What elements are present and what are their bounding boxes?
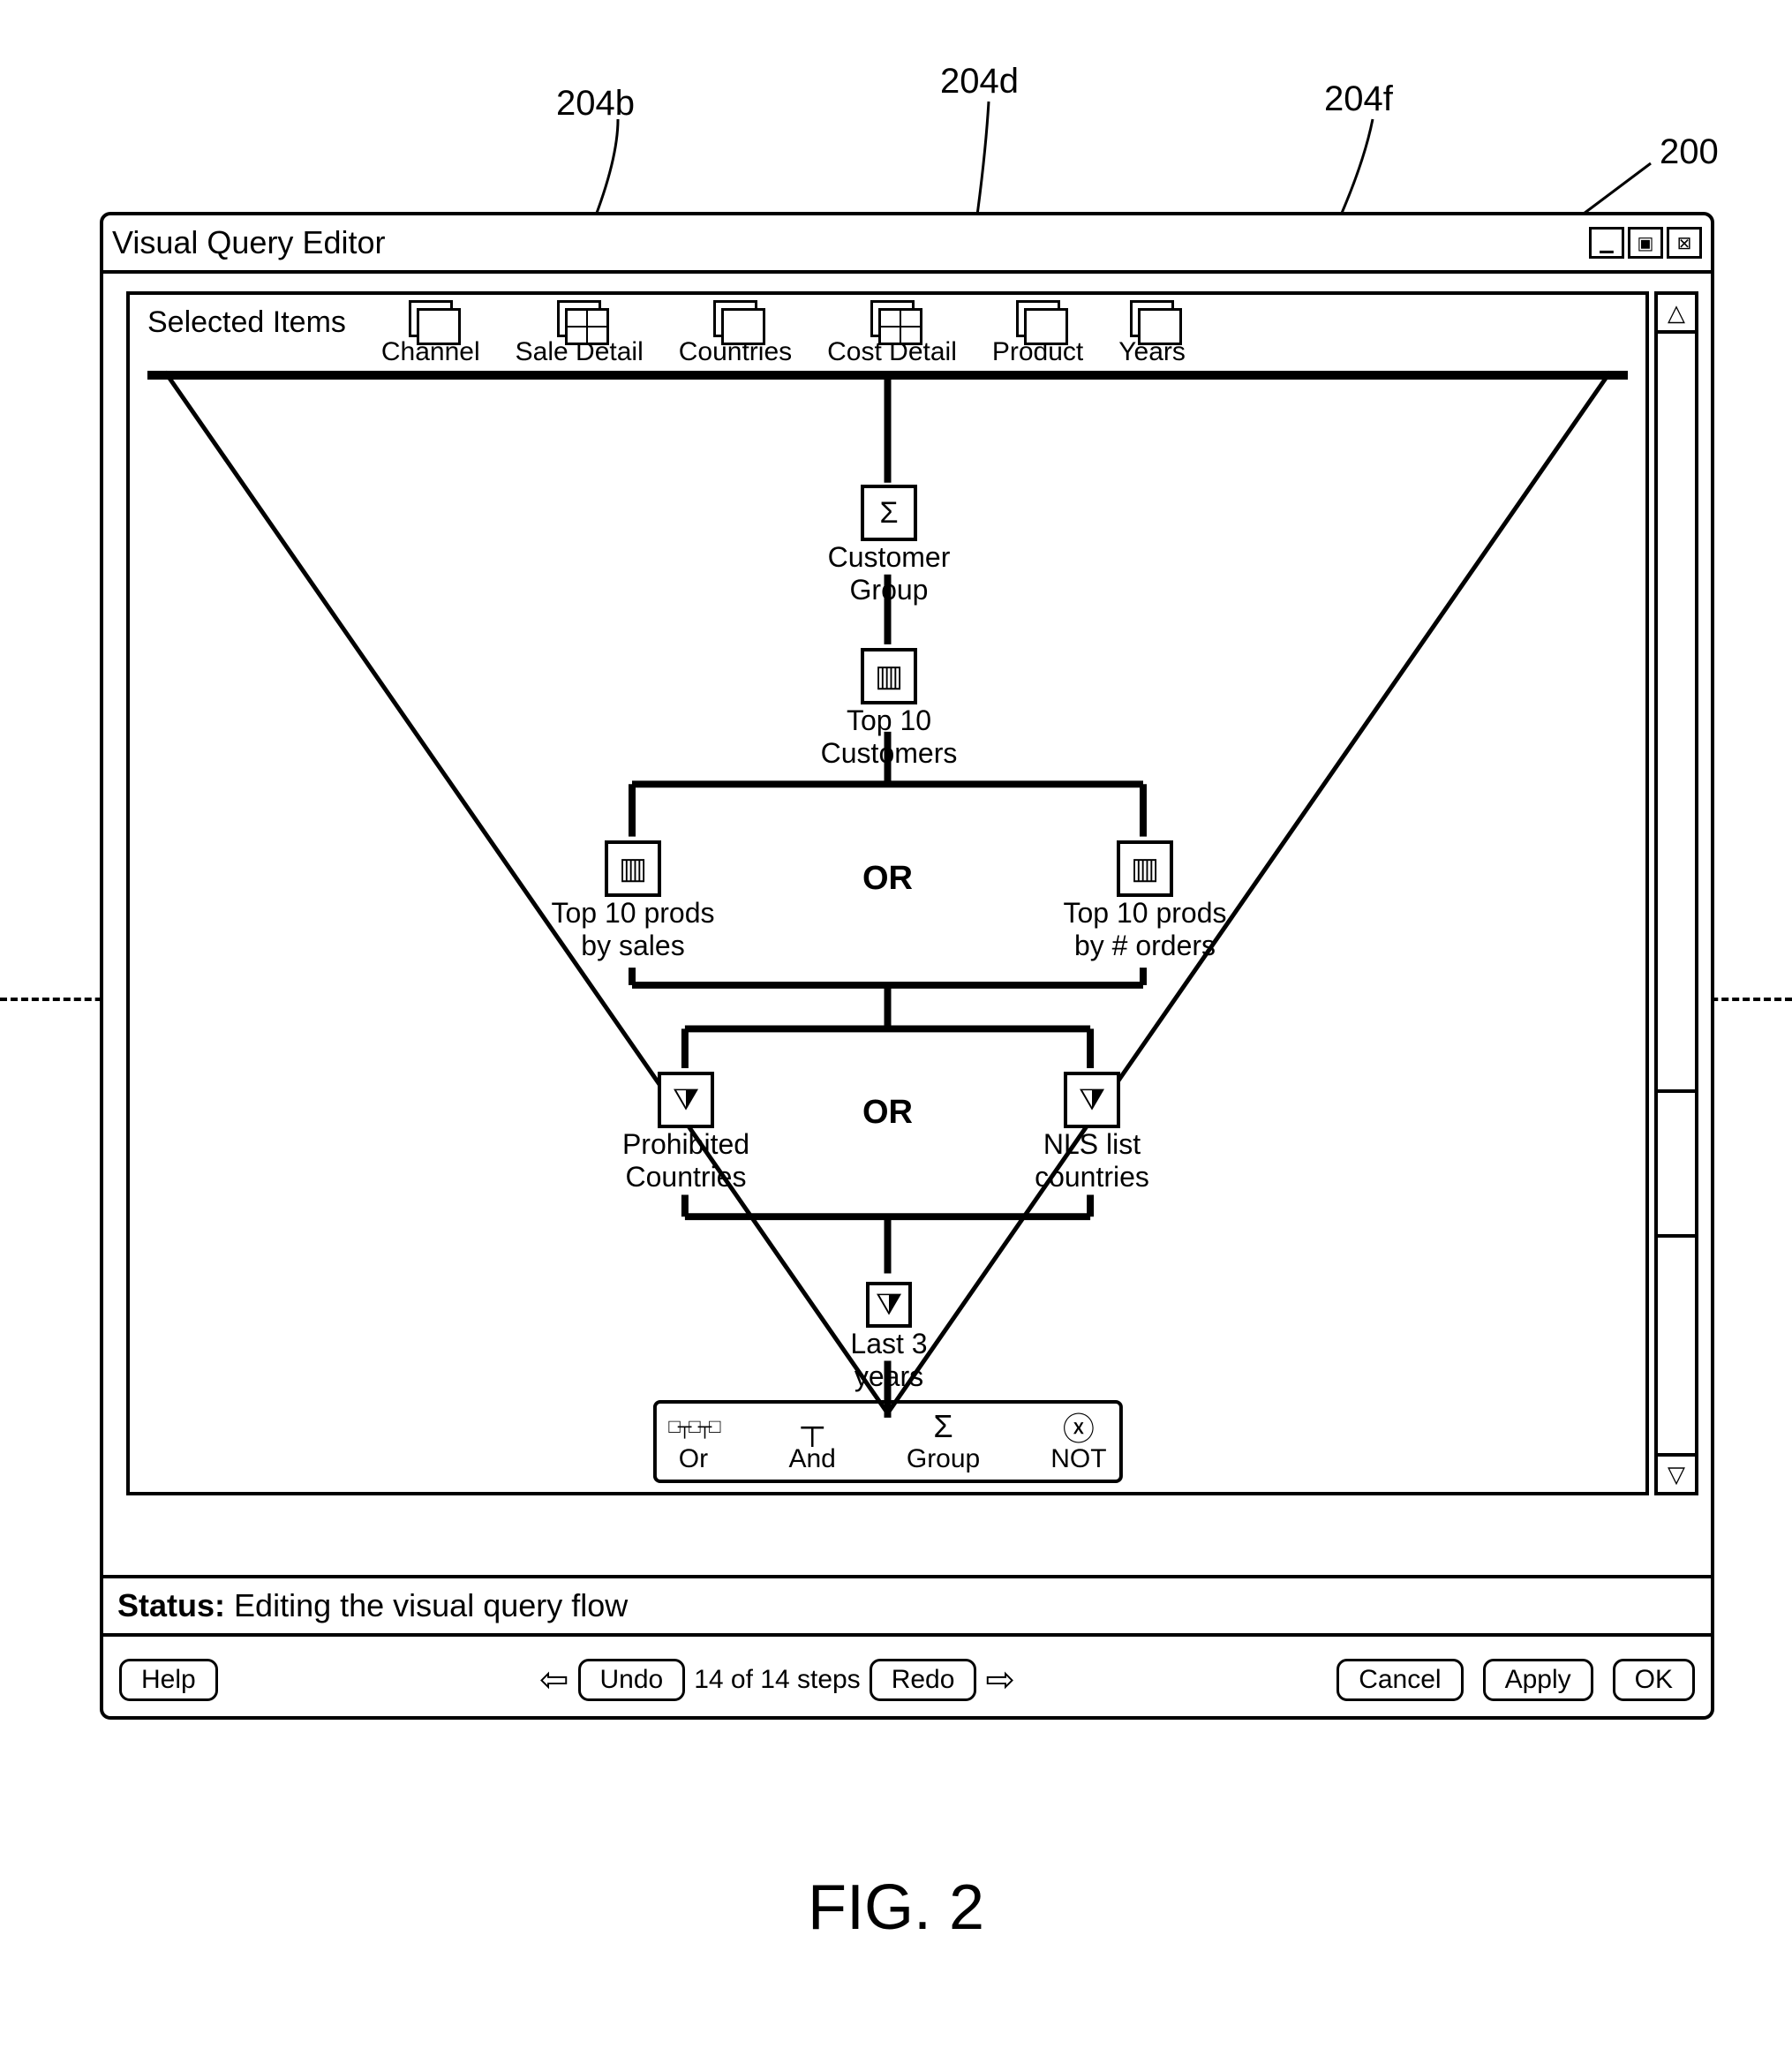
sigma-icon: Σ xyxy=(933,1409,952,1444)
node-prohibited-countries[interactable]: ⧩ Prohibited Countries xyxy=(602,1072,770,1194)
tool-not[interactable]: ⓧ NOT xyxy=(1050,1409,1106,1474)
apply-button[interactable]: Apply xyxy=(1483,1659,1593,1701)
node-label: Top 10 prods xyxy=(551,897,714,930)
tool-tray: □┬□┬□ Or ┬ And Σ Group ⓧ NOT xyxy=(652,1400,1122,1483)
node-label-2: countries xyxy=(1035,1161,1149,1194)
window-controls: ▁ ▣ ⊠ xyxy=(1589,227,1702,259)
canvas[interactable]: Selected Items Channel Sale Detail Count… xyxy=(126,291,1649,1495)
or-icon: □┬□┬□ xyxy=(668,1409,718,1444)
undo-button[interactable]: Undo xyxy=(578,1659,686,1701)
node-label-2: by # orders xyxy=(1074,930,1216,962)
node-nls-countries[interactable]: ⧩ NLS list countries xyxy=(1013,1072,1171,1194)
node-customer-group[interactable]: Σ Customer Group xyxy=(823,485,955,606)
node-label: NLS list xyxy=(1043,1128,1141,1161)
ref-204b: 204b xyxy=(556,84,635,124)
redo-button[interactable]: Redo xyxy=(870,1659,977,1701)
tool-label: Or xyxy=(679,1444,708,1474)
app-window: Visual Query Editor ▁ ▣ ⊠ Selected Items… xyxy=(100,212,1714,1720)
redo-arrow-icon[interactable]: ⇨ xyxy=(985,1660,1015,1700)
window-title: Visual Query Editor xyxy=(112,224,385,261)
tool-label: And xyxy=(788,1444,835,1474)
tool-or[interactable]: □┬□┬□ Or xyxy=(668,1409,718,1474)
minimize-button[interactable]: ▁ xyxy=(1589,227,1624,259)
node-top10-customers[interactable]: ▥ Top 10 Customers xyxy=(783,648,995,770)
status-text: Editing the visual query flow xyxy=(234,1587,628,1623)
titlebar: Visual Query Editor ▁ ▣ ⊠ xyxy=(103,215,1711,274)
help-button[interactable]: Help xyxy=(119,1659,218,1701)
list-icon: ▥ xyxy=(605,840,661,897)
node-label: Customer Group xyxy=(823,541,955,606)
node-label-2: by sales xyxy=(581,930,684,962)
node-label-2: Countries xyxy=(626,1161,747,1194)
list-icon: ▥ xyxy=(1117,840,1173,897)
scroll-up[interactable]: △ xyxy=(1658,295,1695,334)
footer: Help ⇦ Undo 14 of 14 steps Redo ⇨ Cancel… xyxy=(103,1644,1711,1716)
node-last-3-years[interactable]: ⧩ Last 3 years xyxy=(814,1282,964,1393)
figure-label: FIG. 2 xyxy=(0,1871,1792,1944)
undo-redo-group: ⇦ Undo 14 of 14 steps Redo ⇨ xyxy=(234,1659,1321,1701)
node-label: Top 10 prods xyxy=(1063,897,1226,930)
node-top10-prods-orders[interactable]: ▥ Top 10 prods by # orders xyxy=(1057,840,1233,962)
close-button[interactable]: ⊠ xyxy=(1667,227,1702,259)
undo-arrow-icon[interactable]: ⇦ xyxy=(539,1660,569,1700)
and-icon: ┬ xyxy=(801,1409,824,1444)
tool-group[interactable]: Σ Group xyxy=(907,1409,980,1474)
ok-button[interactable]: OK xyxy=(1613,1659,1695,1701)
ref-204d: 204d xyxy=(940,62,1019,102)
funnel-icon: ⧩ xyxy=(658,1072,714,1128)
scroll-down[interactable]: ▽ xyxy=(1658,1453,1695,1492)
node-label: Last 3 years xyxy=(814,1328,964,1393)
or-label-2: OR xyxy=(862,1094,913,1132)
scroll-thumb[interactable] xyxy=(1658,1089,1695,1238)
canvas-wrap: Selected Items Channel Sale Detail Count… xyxy=(103,274,1711,1513)
page: 204b 204d 204f 204a 204c 204e 200 xyxy=(0,0,1792,2056)
tool-label: NOT xyxy=(1050,1444,1106,1474)
tool-label: Group xyxy=(907,1444,980,1474)
cancel-button[interactable]: Cancel xyxy=(1336,1659,1463,1701)
footer-right: Cancel Apply OK xyxy=(1336,1659,1695,1701)
node-top10-prods-sales[interactable]: ▥ Top 10 prods by sales xyxy=(545,840,721,962)
steps-text: 14 of 14 steps xyxy=(694,1665,860,1695)
node-label: Top 10 Customers xyxy=(783,704,995,770)
node-label: Prohibited xyxy=(622,1128,749,1161)
tool-and[interactable]: ┬ And xyxy=(788,1409,835,1474)
maximize-button[interactable]: ▣ xyxy=(1628,227,1663,259)
vertical-scrollbar[interactable]: △ ▽ xyxy=(1654,291,1698,1495)
funnel-icon: ⧩ xyxy=(866,1282,912,1328)
list-icon: ▥ xyxy=(861,648,917,704)
or-label-1: OR xyxy=(862,860,913,898)
ref-204f: 204f xyxy=(1324,79,1393,119)
funnel-icon: ⧩ xyxy=(1064,1072,1120,1128)
sigma-icon: Σ xyxy=(861,485,917,541)
status-bar: Status: Editing the visual query flow xyxy=(103,1575,1711,1637)
not-icon: ⓧ xyxy=(1063,1409,1095,1444)
ref-200: 200 xyxy=(1660,132,1719,172)
status-label: Status: xyxy=(117,1587,225,1623)
